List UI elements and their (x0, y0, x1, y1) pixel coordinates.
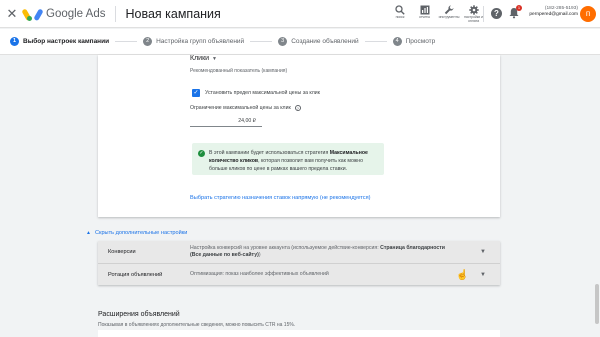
tool-settings-button[interactable]: настройки и оплата (462, 2, 486, 26)
step-number: 3 (278, 37, 288, 46)
chevron-up-icon: ▲ (86, 230, 91, 236)
max-cpc-limit-input[interactable]: 24,00 ₽ (190, 115, 262, 127)
setting-row-conversions[interactable]: Конверсии Настройка конверсий на уровне … (98, 241, 500, 263)
caret-down-icon: ▼ (212, 56, 217, 62)
extensions-card (98, 330, 500, 337)
tool-label: инструменты (438, 15, 460, 19)
settings-icon (468, 5, 479, 15)
page-title: Новая кампания (125, 6, 221, 21)
avatar[interactable]: п (580, 6, 596, 22)
step-number: 4 (392, 37, 402, 46)
search-icon (395, 5, 405, 15)
step-number: 2 (143, 37, 153, 46)
strategy-info-box: ✓ В этой кампании будет использоваться с… (192, 143, 384, 175)
setting-name: Конверсии (108, 249, 136, 255)
step-review[interactable]: 4 Просмотр (392, 37, 436, 46)
step-connector (364, 41, 387, 42)
hide-more-settings-label: Скрыть дополнительные настройки (94, 230, 188, 236)
step-create-ads[interactable]: 3 Создание объявлений (278, 37, 359, 46)
chevron-down-icon: ▼ (480, 249, 486, 255)
step-label: Просмотр (405, 38, 436, 45)
max-cpc-checkbox[interactable]: ✓ (192, 89, 200, 97)
reports-icon (420, 5, 429, 15)
bidding-card: Клики ▼ Рекомендованный показатель (кампа… (98, 55, 500, 217)
more-settings-panel: Конверсии Настройка конверсий на уровне … (98, 241, 500, 285)
hide-more-settings-link[interactable]: ▲ Скрыть дополнительные настройки (86, 230, 187, 236)
step-label: Настройка групп объявлений (156, 38, 245, 45)
title-divider (115, 5, 117, 22)
step-connector (250, 41, 273, 42)
toolbar-divider (483, 6, 484, 22)
toolbar-tools: поиск отчеты инструменты настройки и опл… (388, 2, 486, 26)
strategy-info-text: В этой кампании будет использоваться стр… (209, 150, 368, 172)
setting-name: Ротация объявлений (108, 271, 163, 278)
chevron-down-icon: ▼ (480, 271, 486, 278)
scrollbar-thumb[interactable] (595, 284, 599, 324)
bidding-focus-select[interactable]: Клики ▼ (190, 55, 217, 62)
help-circle-icon[interactable]: ? (294, 105, 301, 111)
check-circle-icon: ✓ (198, 150, 205, 157)
max-cpc-checkbox-label: Установить предел максимальной цены за к… (205, 90, 320, 96)
step-campaign-settings[interactable]: 1 Выбор настроек кампании (10, 37, 109, 46)
hand-cursor-icon: ☝ (456, 270, 469, 281)
max-cpc-limit-label: Ограничение максимальной цены за клик ? (190, 105, 301, 111)
tool-tools-button[interactable]: инструменты (437, 2, 461, 26)
tool-reports-button[interactable]: отчеты (413, 2, 437, 26)
setting-row-ad-rotation[interactable]: Ротация объявлений Оптимизация: показ на… (98, 263, 500, 285)
tool-label: поиск (395, 15, 405, 19)
wrench-icon (444, 5, 454, 15)
logo-text: Google Ads (46, 7, 106, 20)
tool-label: настройки и оплата (464, 15, 483, 23)
account-info[interactable]: (182-285-5193) pernpered@gmail.com (522, 6, 578, 18)
step-connector (115, 41, 138, 42)
extensions-description: Показывая в объявлениях дополнительные с… (98, 322, 296, 328)
setting-value: Настройка конверсий на уровне аккаунта (… (190, 245, 445, 258)
step-number: 1 (10, 37, 19, 46)
help-icon[interactable]: ? (491, 8, 502, 19)
max-cpc-checkbox-row[interactable]: ✓ Установить предел максимальной цены за… (192, 89, 320, 97)
campaign-stepper: 1 Выбор настроек кампании 2 Настройка гр… (0, 29, 600, 55)
step-label: Выбор настроек кампании (23, 38, 110, 45)
max-cpc-limit-label-text: Ограничение максимальной цены за клик (190, 105, 291, 111)
account-email: pernpered@gmail.com (529, 12, 578, 17)
step-ad-groups[interactable]: 2 Настройка групп объявлений (143, 37, 244, 46)
setting-value: Оптимизация: показ наиболее эффективных … (190, 271, 329, 277)
tool-label: отчеты (419, 15, 430, 19)
top-app-bar: ✕ Google Ads Новая кампания поиск отчеты… (0, 0, 600, 28)
bidding-focus-value: Клики (190, 55, 210, 62)
google-ads-logo[interactable]: Google Ads (21, 7, 106, 21)
tool-search-button[interactable]: поиск (388, 2, 412, 26)
step-label: Создание объявлений (291, 38, 359, 45)
manual-strategy-link[interactable]: Выбрать стратегию назначения ставок напр… (190, 195, 370, 201)
google-ads-logo-mark (21, 7, 44, 21)
extensions-section: Расширения объявлений Показывая в объявл… (98, 300, 500, 337)
page-scrollbar[interactable] (595, 56, 599, 337)
extensions-title: Расширения объявлений (98, 311, 180, 318)
close-icon[interactable]: ✕ (2, 0, 22, 28)
bidding-hint: Рекомендованный показатель (кампания) (190, 68, 288, 74)
